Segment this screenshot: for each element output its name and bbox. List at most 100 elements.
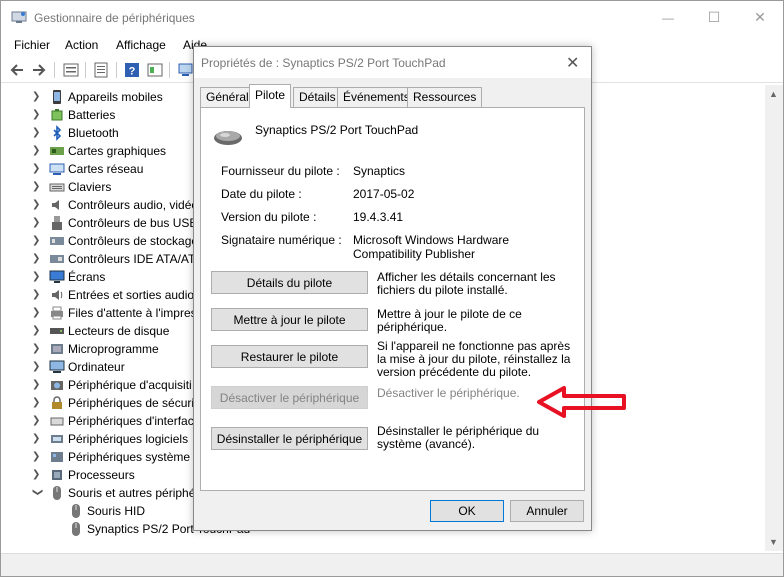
disk-drive-icon xyxy=(50,328,64,334)
mouse-icon xyxy=(53,486,61,500)
menu-fichier[interactable]: Fichier xyxy=(14,38,50,52)
device-manager-app-icon xyxy=(11,11,27,23)
dialog-close-icon[interactable]: ✕ xyxy=(566,53,579,73)
touchpad-mouse-icon xyxy=(214,131,242,145)
chevron-right-icon[interactable]: ❯ xyxy=(32,415,42,427)
chevron-right-icon[interactable]: ❯ xyxy=(32,91,42,103)
driver-provider-value: Synaptics xyxy=(353,164,406,178)
device-name: Synaptics PS/2 Port TouchPad xyxy=(255,123,419,137)
uninstall-device-button[interactable]: Désinstaller le périphérique xyxy=(211,427,368,450)
dialog-title: Propriétés de : Synaptics PS/2 Port Touc… xyxy=(201,56,446,70)
imaging-device-icon xyxy=(51,381,63,390)
forward-arrow-icon[interactable] xyxy=(31,62,47,78)
rollback-driver-button[interactable]: Restaurer le pilote xyxy=(211,345,368,368)
chevron-right-icon[interactable]: ❯ xyxy=(32,325,42,337)
digital-signer-label: Signataire numérique : xyxy=(221,233,342,247)
chevron-right-icon[interactable]: ❯ xyxy=(32,307,42,319)
network-adapter-icon xyxy=(49,163,65,175)
chevron-down-icon[interactable]: ❯ xyxy=(31,488,43,498)
software-device-icon xyxy=(51,435,63,443)
maximize-button[interactable]: ☐ xyxy=(691,1,737,34)
help-icon[interactable]: ? xyxy=(124,62,140,78)
speaker-icon xyxy=(52,290,63,300)
toolbar-separator xyxy=(116,62,117,78)
chevron-right-icon[interactable]: ❯ xyxy=(32,433,42,445)
computer-icon xyxy=(49,360,65,373)
keyboard-icon xyxy=(49,183,65,192)
battery-icon xyxy=(51,109,63,121)
properties-dialog: Propriétés de : Synaptics PS/2 Port Touc… xyxy=(193,46,626,531)
toolbar-separator xyxy=(169,62,170,78)
ide-controller-icon xyxy=(50,255,64,263)
mouse-icon xyxy=(72,522,80,536)
back-arrow-icon[interactable] xyxy=(9,62,25,78)
system-device-icon xyxy=(51,452,63,462)
driver-details-description: Afficher les détails concernant les fich… xyxy=(377,270,556,297)
maximize-icon: ☐ xyxy=(707,9,721,25)
chevron-right-icon[interactable]: ❯ xyxy=(32,289,42,301)
chevron-right-icon[interactable]: ❯ xyxy=(32,217,42,229)
driver-date-label: Date du pilote : xyxy=(221,187,302,201)
chevron-right-icon[interactable]: ❯ xyxy=(32,451,42,463)
chevron-right-icon[interactable]: ❯ xyxy=(32,109,42,121)
chevron-right-icon[interactable]: ❯ xyxy=(32,163,42,175)
ok-button[interactable]: OK xyxy=(430,500,504,522)
update-driver-button[interactable]: Mettre à jour le pilote xyxy=(211,308,368,331)
statusbar xyxy=(1,553,783,576)
device-list-icon[interactable] xyxy=(63,62,79,78)
menu-affichage[interactable]: Affichage xyxy=(116,38,166,52)
display-adapter-icon xyxy=(50,147,64,155)
tab-ressources[interactable]: Ressources xyxy=(407,87,483,107)
view-icon[interactable] xyxy=(147,62,163,78)
tab-evenements[interactable]: Événements xyxy=(337,87,416,107)
chevron-right-icon[interactable]: ❯ xyxy=(32,469,42,481)
svg-text:?: ? xyxy=(129,66,136,78)
rollback-driver-description: Si l'appareil ne fonctionne pas après la… xyxy=(377,339,571,379)
toolbar-separator xyxy=(85,62,86,78)
firmware-icon xyxy=(51,344,63,354)
cancel-button[interactable]: Annuler xyxy=(510,500,584,522)
chevron-right-icon[interactable]: ❯ xyxy=(32,199,42,211)
chevron-right-icon[interactable]: ❯ xyxy=(32,271,42,283)
tab-pilote[interactable]: Pilote xyxy=(249,84,292,108)
bluetooth-icon xyxy=(53,125,62,141)
window-title: Gestionnaire de périphériques xyxy=(34,11,195,25)
minimize-button[interactable]: — xyxy=(645,1,691,34)
monitor-icon xyxy=(49,270,65,283)
toolbar-separator xyxy=(54,62,55,78)
printer-queue-icon xyxy=(51,306,63,320)
chevron-right-icon[interactable]: ❯ xyxy=(32,343,42,355)
driver-details-button[interactable]: Détails du pilote xyxy=(211,271,368,294)
driver-version-value: 19.4.3.41 xyxy=(353,210,404,224)
scan-hardware-icon[interactable] xyxy=(178,62,194,78)
driver-provider-label: Fournisseur du pilote : xyxy=(221,164,340,178)
tab-general[interactable]: Général xyxy=(200,87,255,107)
close-button[interactable]: ✕ xyxy=(737,1,783,34)
driver-version-label: Version du pilote : xyxy=(221,210,317,224)
properties-icon[interactable] xyxy=(93,62,109,78)
disable-device-button[interactable]: Désactiver le périphérique xyxy=(211,386,368,409)
digital-signer-value: Microsoft Windows Hardware Compatibility… xyxy=(353,233,510,261)
chevron-right-icon[interactable]: ❯ xyxy=(32,235,42,247)
vertical-scrollbar[interactable]: ▲ ▼ xyxy=(765,85,783,551)
usb-icon xyxy=(52,216,62,230)
chevron-right-icon[interactable]: ❯ xyxy=(32,127,42,139)
scroll-down-icon[interactable]: ▼ xyxy=(769,537,778,547)
update-driver-description: Mettre à jour le pilote de ce périphériq… xyxy=(377,307,522,334)
chevron-right-icon[interactable]: ❯ xyxy=(32,145,42,157)
chevron-right-icon[interactable]: ❯ xyxy=(32,397,42,409)
minimize-icon: — xyxy=(662,10,674,25)
security-device-icon xyxy=(52,396,62,409)
scroll-up-icon[interactable]: ▲ xyxy=(769,89,778,99)
menu-action[interactable]: Action xyxy=(65,38,98,52)
driver-tab-panel: Synaptics PS/2 Port TouchPad Fournisseur… xyxy=(200,107,585,491)
chevron-right-icon[interactable]: ❯ xyxy=(32,361,42,373)
dialog-titlebar[interactable]: Propriétés de : Synaptics PS/2 Port Touc… xyxy=(194,47,591,78)
mobile-device-icon xyxy=(53,90,61,104)
chevron-right-icon[interactable]: ❯ xyxy=(32,181,42,193)
chevron-right-icon[interactable]: ❯ xyxy=(32,379,42,391)
chevron-right-icon[interactable]: ❯ xyxy=(32,253,42,265)
uninstall-device-description: Désinstaller le périphérique du système … xyxy=(377,424,540,451)
titlebar[interactable]: Gestionnaire de périphériques — ☐ ✕ xyxy=(1,1,783,34)
tab-details[interactable]: Détails xyxy=(293,87,342,107)
